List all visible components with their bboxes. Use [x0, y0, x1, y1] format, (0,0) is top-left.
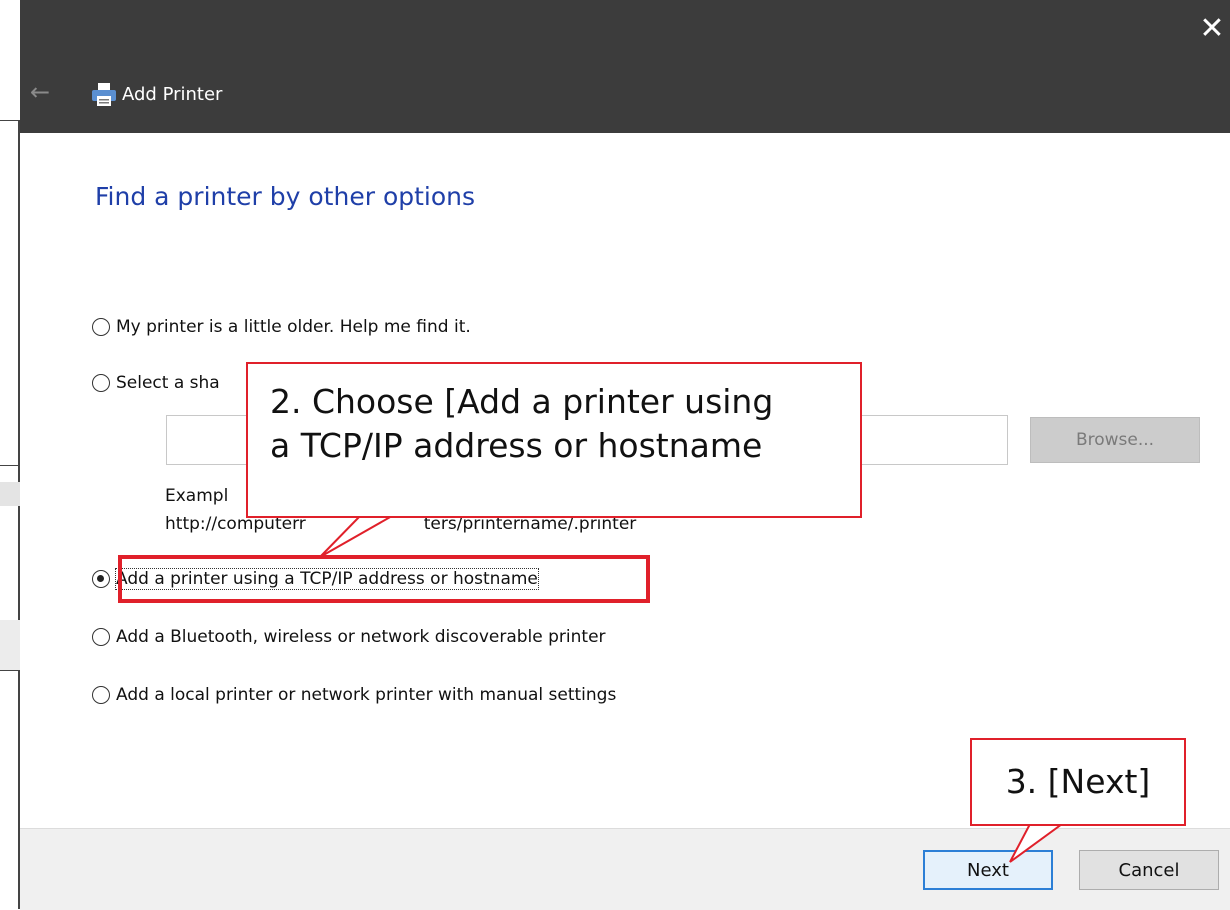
callout-step-3: 3. [Next] [970, 738, 1186, 826]
callout-step-2-line-1: 2. Choose [Add a printer using [270, 382, 774, 421]
callout-step-2: 2. Choose [Add a printer using a TCP/IP … [246, 362, 862, 518]
callout-2-pointer [319, 515, 396, 558]
callout-step-2-line-2: a TCP/IP address or hostname [270, 426, 763, 465]
callout-3-pointer [1009, 823, 1066, 863]
